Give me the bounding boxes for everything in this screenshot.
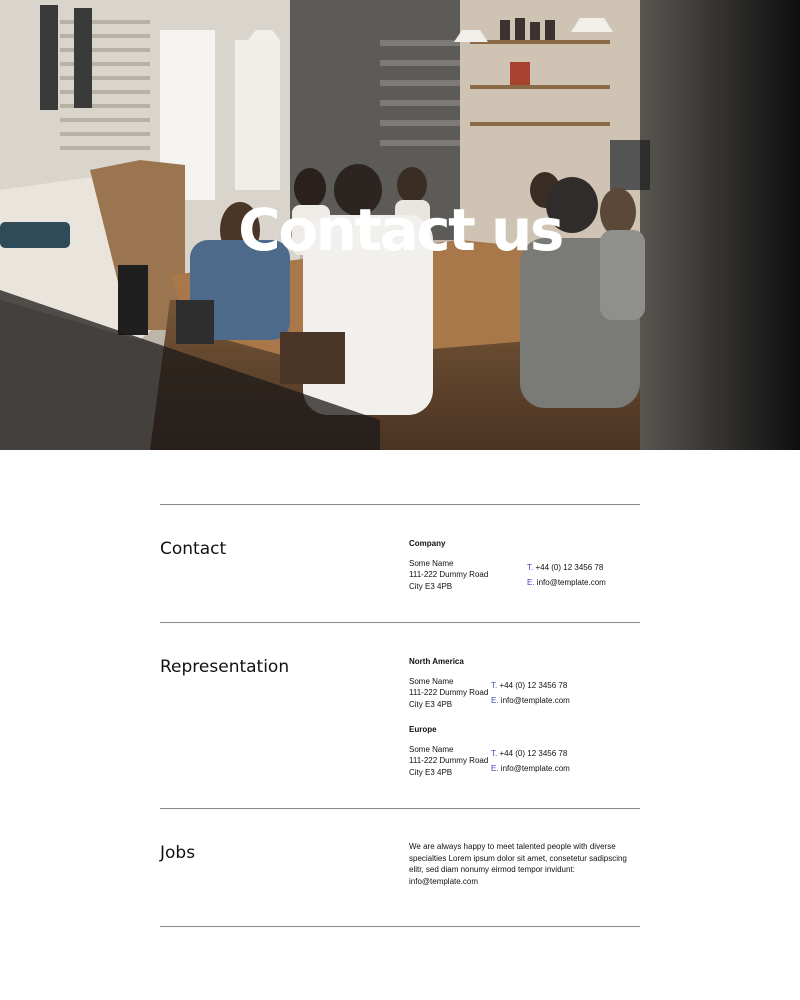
email-line: E. info@template.com (491, 761, 570, 777)
jobs-email-link[interactable]: info@template.com (409, 877, 478, 886)
address-line: Some Name (409, 558, 454, 568)
phone-prefix: T. (491, 748, 498, 758)
email-line: E. info@template.com (491, 693, 570, 709)
address-line: City E3 4PB (409, 767, 453, 777)
phone-number[interactable]: +44 (0) 12 3456 78 (499, 749, 567, 758)
company-block: Company Some Name 111-222 Dummy Road Cit… (409, 538, 640, 598)
company-address: Some Name 111-222 Dummy Road City E3 4PB (409, 558, 488, 593)
section-representation: Representation North America Some Name 1… (160, 622, 640, 808)
address-line: 111-222 Dummy Road (409, 756, 489, 765)
address-line: City E3 4PB (409, 699, 453, 709)
north-america-block: North America Some Name 111-222 Dummy Ro… (409, 656, 640, 716)
section-title-representation: Representation (160, 657, 290, 677)
address-line: Some Name (409, 744, 454, 754)
phone-line: T. +44 (0) 12 3456 78 (527, 560, 606, 576)
address-line: City E3 4PB (409, 581, 453, 591)
company-label: Company (409, 539, 446, 548)
section-title-jobs: Jobs (160, 843, 196, 863)
email-prefix: E. (491, 764, 499, 773)
contact-content: Contact Company Some Name 111-222 Dummy … (160, 504, 640, 928)
north-america-address: Some Name 111-222 Dummy Road City E3 4PB (409, 676, 488, 711)
jobs-text: We are always happy to meet talented peo… (409, 842, 627, 874)
north-america-contact: T. +44 (0) 12 3456 78 E. info@template.c… (491, 678, 570, 709)
email-line: E. info@template.com (527, 575, 606, 591)
north-america-label: North America (409, 657, 464, 666)
phone-prefix: T. (527, 562, 534, 572)
email-link[interactable]: info@template.com (537, 578, 606, 587)
email-prefix: E. (491, 696, 499, 705)
email-prefix: E. (527, 578, 535, 587)
phone-line: T. +44 (0) 12 3456 78 (491, 746, 570, 762)
page-title: Contact us (238, 196, 564, 264)
hero-banner: Contact us (0, 0, 800, 450)
section-title-contact: Contact (160, 539, 227, 559)
europe-address: Some Name 111-222 Dummy Road City E3 4PB (409, 744, 488, 779)
bottom-divider (160, 926, 640, 928)
jobs-block: We are always happy to meet talented peo… (409, 841, 634, 887)
phone-prefix: T. (491, 680, 498, 690)
email-link[interactable]: info@template.com (501, 696, 570, 705)
europe-label: Europe (409, 725, 437, 734)
address-line: 111-222 Dummy Road (409, 688, 489, 697)
jobs-description: We are always happy to meet talented peo… (409, 841, 634, 887)
phone-number[interactable]: +44 (0) 12 3456 78 (535, 563, 603, 572)
email-link[interactable]: info@template.com (501, 764, 570, 773)
company-contact: T. +44 (0) 12 3456 78 E. info@template.c… (527, 560, 606, 591)
europe-contact: T. +44 (0) 12 3456 78 E. info@template.c… (491, 746, 570, 777)
europe-block: Europe Some Name 111-222 Dummy Road City… (409, 724, 640, 784)
phone-number[interactable]: +44 (0) 12 3456 78 (499, 681, 567, 690)
address-line: 111-222 Dummy Road (409, 570, 489, 579)
phone-line: T. +44 (0) 12 3456 78 (491, 678, 570, 694)
section-jobs: Jobs We are always happy to meet talente… (160, 808, 640, 926)
address-line: Some Name (409, 676, 454, 686)
section-contact: Contact Company Some Name 111-222 Dummy … (160, 504, 640, 622)
